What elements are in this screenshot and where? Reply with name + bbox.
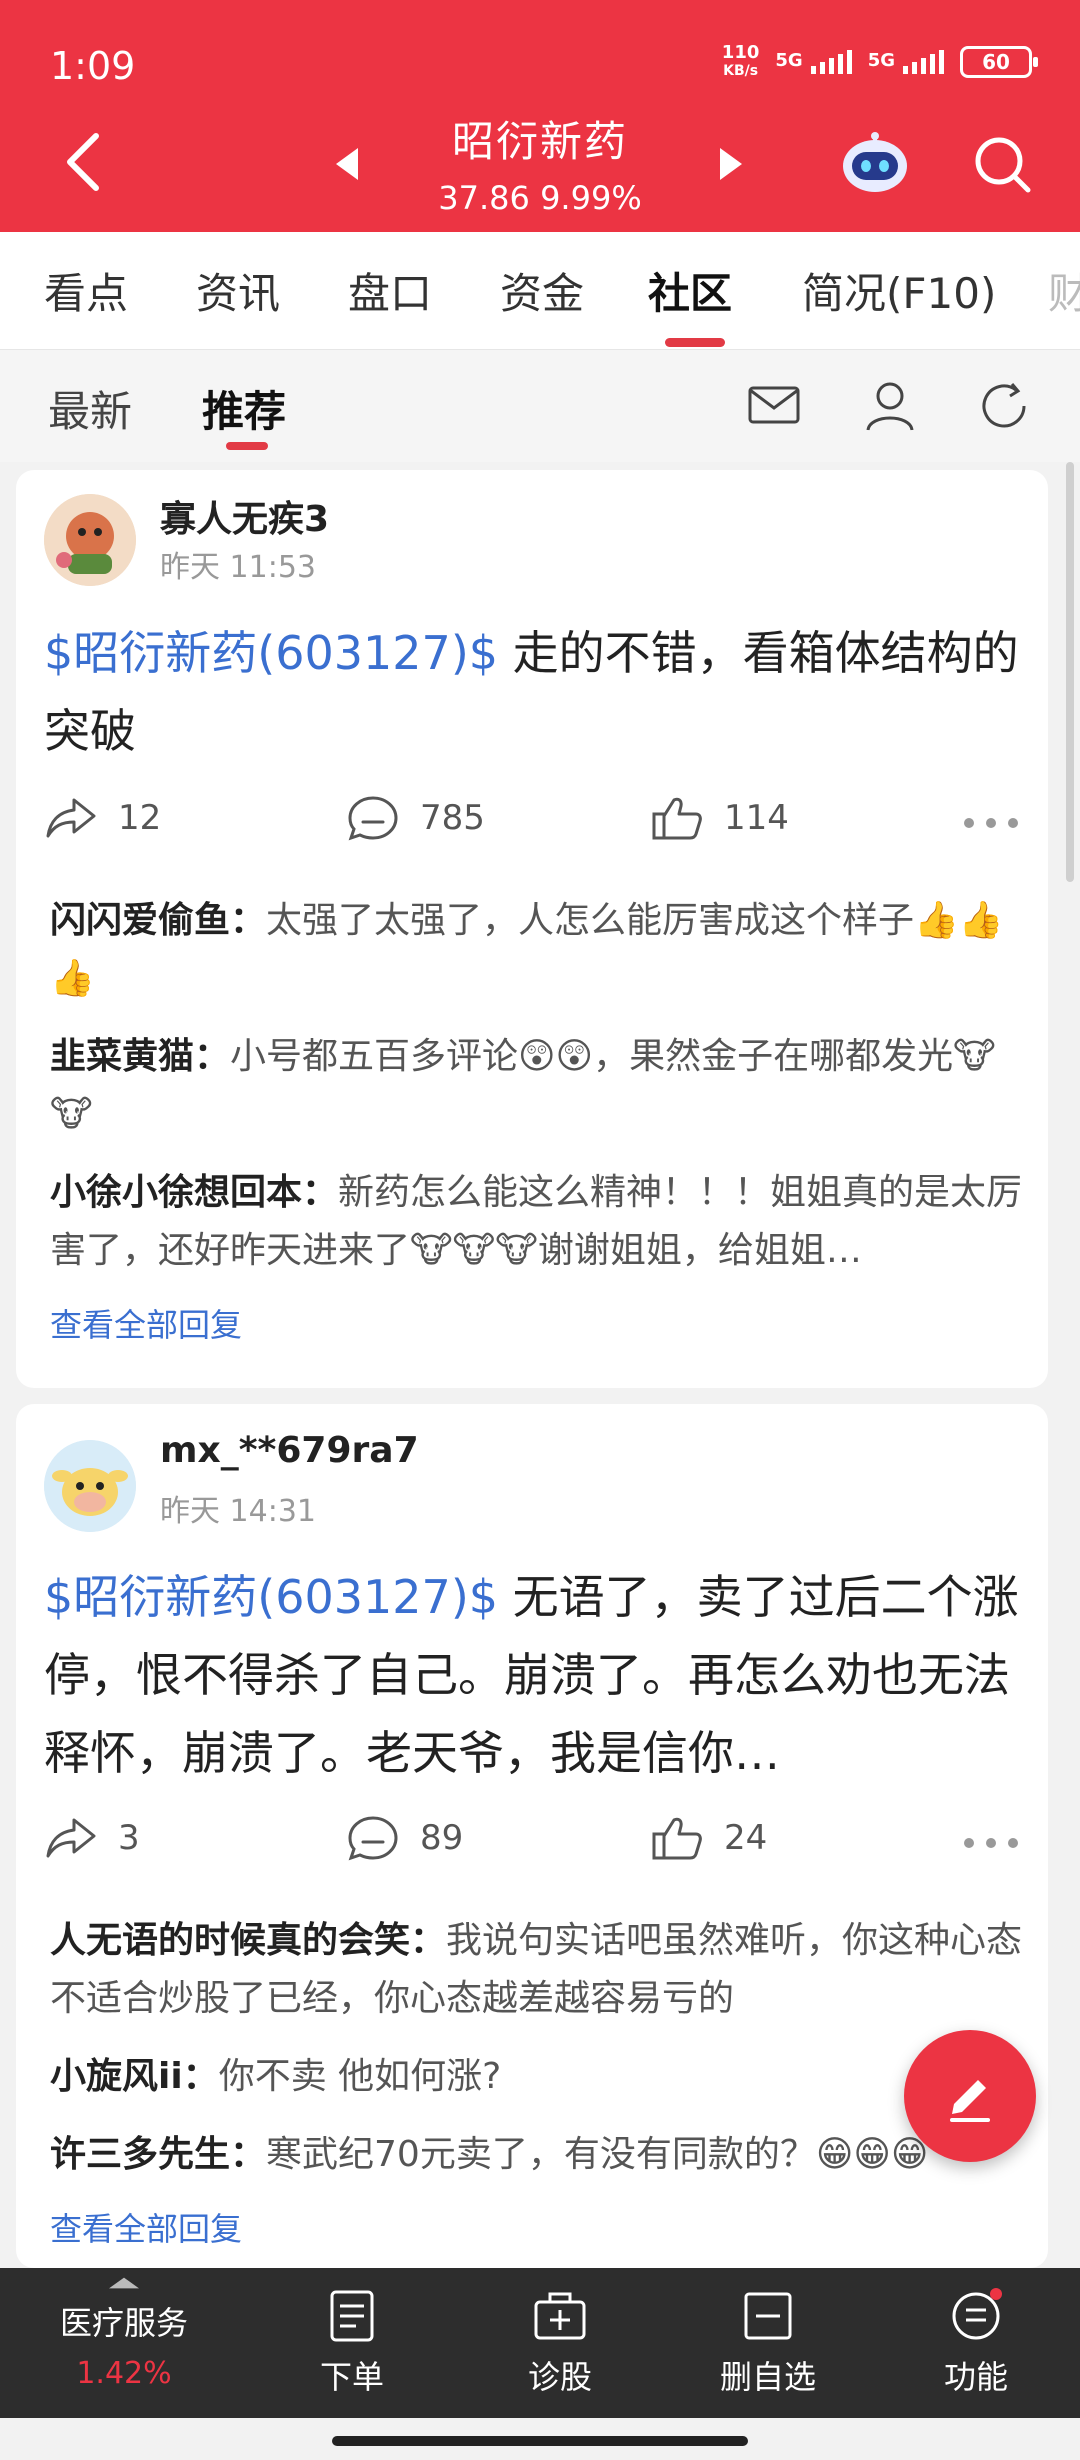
medical-kit-icon bbox=[534, 2292, 586, 2340]
sector-info[interactable]: 医疗服务 1.42% bbox=[44, 2276, 204, 2391]
order-button[interactable]: 下单 bbox=[272, 2288, 432, 2398]
search-icon bbox=[975, 137, 1031, 193]
post-content[interactable]: $昭衍新药(603127)$ 走的不错，看箱体结构的突破 bbox=[44, 614, 1034, 770]
caret-up-icon bbox=[109, 2277, 139, 2289]
subtab-latest[interactable]: 最新 bbox=[48, 378, 132, 439]
share-icon bbox=[46, 1818, 96, 1858]
reply-item[interactable]: 许三多先生：寒武纪70元卖了，有没有同款的？😁😁😁 bbox=[50, 2126, 1030, 2184]
functions-button[interactable]: 功能 bbox=[896, 2288, 1056, 2398]
reply-item[interactable]: 人无语的时候真的会笑：我说句实话吧虽然难听，你这种心态不适合炒股了已经，你心态越… bbox=[50, 1912, 1030, 2028]
post-username[interactable]: mx_**679ra7 bbox=[160, 1430, 419, 1471]
battery-icon: 60 bbox=[960, 46, 1038, 78]
tab-order-book[interactable]: 盘口 bbox=[348, 260, 432, 321]
reply-list: 闪闪爱偷鱼：太强了太强了，人怎么能厉害成这个样子👍👍👍 韭菜黄猫：小号都五百多评… bbox=[50, 892, 1030, 1346]
post-time: 昨天 11:53 bbox=[160, 550, 316, 585]
menu-circle-icon bbox=[952, 2288, 1002, 2340]
reply-item[interactable]: 小旋风ii：你不卖 他如何涨? bbox=[50, 2048, 1030, 2106]
status-icons: 110 KB/s 5G 5G 60 bbox=[721, 42, 1038, 80]
view-all-replies-link[interactable]: 查看全部回复 bbox=[50, 1300, 1030, 1346]
tab-capital[interactable]: 资金 bbox=[500, 260, 584, 321]
tab-news[interactable]: 资讯 bbox=[196, 260, 280, 321]
remove-watchlist-button[interactable]: 删自选 bbox=[688, 2288, 848, 2398]
search-button[interactable] bbox=[972, 134, 1032, 194]
compose-post-button[interactable] bbox=[904, 2030, 1036, 2162]
comment-icon bbox=[348, 1816, 398, 1861]
stock-tag-link[interactable]: $昭衍新药(603127)$ bbox=[44, 626, 498, 680]
pencil-icon bbox=[950, 2080, 990, 2122]
post-actions: 12 785 114 bbox=[16, 794, 1048, 854]
stock-tag-link[interactable]: $昭衍新药(603127)$ bbox=[44, 1570, 498, 1624]
stock-price-change: 37.86 9.99% bbox=[438, 179, 642, 217]
diagnose-stock-button[interactable]: 诊股 bbox=[480, 2288, 640, 2398]
signal-icon: 5G bbox=[775, 50, 852, 74]
subtab-recommended[interactable]: 推荐 bbox=[202, 378, 286, 439]
mail-icon[interactable] bbox=[746, 378, 802, 434]
bottom-toolbar: 医疗服务 1.42% 下单 诊股 删自选 功能 bbox=[0, 2268, 1080, 2418]
signal-icon-2: 5G bbox=[868, 50, 944, 74]
network-speed: 110 KB/s bbox=[721, 42, 760, 80]
tab-community[interactable]: 社区 bbox=[648, 260, 732, 321]
status-time: 1:09 bbox=[50, 44, 136, 88]
comment-button[interactable]: 89 bbox=[346, 1814, 463, 1862]
tab-kandian[interactable]: 看点 bbox=[44, 260, 128, 321]
robot-assistant-icon[interactable] bbox=[840, 130, 910, 194]
share-button[interactable]: 12 bbox=[44, 794, 161, 842]
minus-box-icon bbox=[744, 2292, 792, 2340]
section-tabs: 看点 资讯 盘口 资金 社区 简况(F10) 财 bbox=[0, 232, 1080, 350]
stock-title-block: 昭衍新药 37.86 9.99% bbox=[0, 108, 1080, 217]
thumbs-up-icon bbox=[652, 797, 702, 840]
more-options-icon[interactable] bbox=[964, 1838, 1018, 1850]
comment-icon bbox=[348, 796, 398, 841]
reply-item[interactable]: 小徐小徐想回本：新药怎么能这么精神！！！姐姐真的是太厉害了，还好昨天进来了🐮🐮🐮… bbox=[50, 1164, 1030, 1280]
community-subbar: 最新 推荐 bbox=[0, 350, 1080, 462]
tab-finance[interactable]: 财 bbox=[1048, 260, 1080, 321]
refresh-icon[interactable] bbox=[976, 378, 1032, 434]
post-card[interactable]: 寡人无疾3 昨天 11:53 $昭衍新药(603127)$ 走的不错，看箱体结构… bbox=[16, 470, 1048, 1388]
post-content[interactable]: $昭衍新药(603127)$ 无语了，卖了过后二个涨停，恨不得杀了自己。崩溃了。… bbox=[44, 1558, 1034, 1792]
reply-item[interactable]: 闪闪爱偷鱼：太强了太强了，人怎么能厉害成这个样子👍👍👍 bbox=[50, 892, 1030, 1008]
home-indicator[interactable] bbox=[332, 2436, 748, 2446]
top-header: 1:09 110 KB/s 5G 5G 60 昭衍新药 37.86 9.99% bbox=[0, 0, 1080, 232]
active-tab-indicator bbox=[665, 338, 725, 347]
reply-item[interactable]: 韭菜黄猫：小号都五百多评论😲😲，果然金子在哪都发光🐮🐮 bbox=[50, 1028, 1030, 1144]
view-all-replies-link[interactable]: 查看全部回复 bbox=[50, 2204, 1030, 2250]
avatar[interactable] bbox=[44, 1440, 136, 1532]
post-username[interactable]: 寡人无疾3 bbox=[160, 490, 329, 542]
post-card[interactable]: mx_**679ra7 昨天 14:31 $昭衍新药(603127)$ 无语了，… bbox=[16, 1404, 1048, 2268]
comment-button[interactable]: 785 bbox=[346, 794, 485, 842]
reply-list: 人无语的时候真的会笑：我说句实话吧虽然难听，你这种心态不适合炒股了已经，你心态越… bbox=[50, 1912, 1030, 2250]
stock-name: 昭衍新药 bbox=[451, 117, 628, 166]
user-profile-icon[interactable] bbox=[862, 378, 918, 434]
sector-change: 1.42% bbox=[76, 2356, 172, 2391]
share-icon bbox=[46, 798, 96, 838]
scrollbar[interactable] bbox=[1066, 462, 1074, 882]
post-time: 昨天 14:31 bbox=[160, 1494, 316, 1529]
share-button[interactable]: 3 bbox=[44, 1814, 140, 1862]
active-subtab-indicator bbox=[226, 442, 268, 450]
order-form-icon bbox=[330, 2290, 374, 2342]
like-button[interactable]: 24 bbox=[650, 1814, 767, 1862]
thumbs-up-icon bbox=[652, 1817, 702, 1860]
more-options-icon[interactable] bbox=[964, 818, 1018, 830]
like-button[interactable]: 114 bbox=[650, 794, 789, 842]
avatar[interactable] bbox=[44, 494, 136, 586]
post-actions: 3 89 24 bbox=[16, 1814, 1048, 1874]
next-stock-button[interactable] bbox=[720, 148, 742, 180]
tab-f10[interactable]: 简况(F10) bbox=[802, 260, 996, 321]
